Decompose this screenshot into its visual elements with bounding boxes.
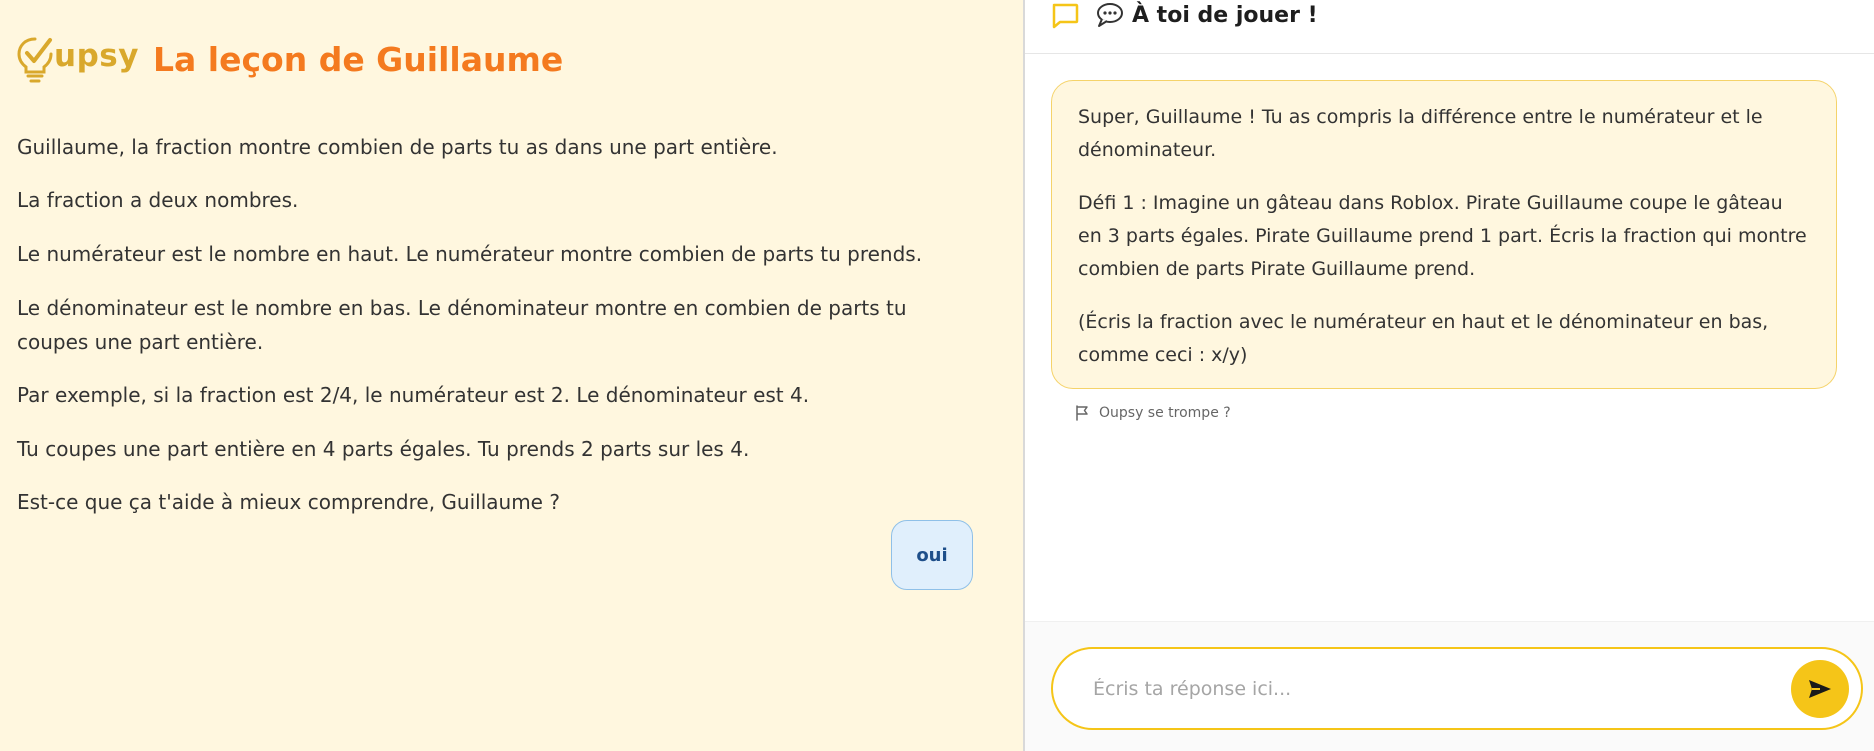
flag-icon: [1076, 405, 1088, 421]
answer-input[interactable]: [1093, 649, 1773, 728]
lesson-paragraph: Tu coupes une part entière en 4 parts ég…: [17, 437, 750, 461]
lesson-panel: upsy La leçon de Guillaume Guillaume, la…: [0, 0, 1023, 751]
chat-title: À toi de jouer !: [1096, 2, 1318, 28]
answer-input-container: [1051, 647, 1863, 730]
chat-title-text: À toi de jouer !: [1132, 2, 1318, 28]
send-icon: [1809, 680, 1831, 698]
assistant-message: Super, Guillaume ! Tu as compris la diff…: [1051, 80, 1837, 389]
chat-footer: [1025, 621, 1874, 751]
lightbulb-check-icon: [17, 37, 53, 83]
lesson-title: La leçon de Guillaume: [153, 40, 564, 79]
report-error-label: Oupsy se trompe ?: [1099, 405, 1231, 421]
message-paragraph: Super, Guillaume ! Tu as compris la diff…: [1078, 106, 1763, 161]
lesson-paragraph: Le dénominateur est le nombre en bas. Le…: [17, 296, 907, 354]
chat-icon: [1052, 3, 1079, 29]
lesson-paragraph: Par exemple, si la fraction est 2/4, le …: [17, 383, 810, 407]
speech-bubble-icon: [1097, 3, 1123, 27]
message-paragraph: Défi 1 : Imagine un gâteau dans Roblox. …: [1078, 192, 1807, 280]
lesson-paragraph: Est-ce que ça t'aide à mieux comprendre,…: [17, 490, 560, 514]
lesson-paragraph: Le numérateur est le nombre en haut. Le …: [17, 242, 923, 266]
logo-text: upsy: [54, 38, 139, 74]
send-button[interactable]: [1791, 660, 1849, 718]
report-error-link[interactable]: Oupsy se trompe ?: [1075, 405, 1231, 421]
lesson-paragraph: La fraction a deux nombres.: [17, 188, 299, 212]
oupsy-logo: upsy: [16, 36, 139, 84]
answer-oui-button[interactable]: oui: [891, 520, 973, 590]
chat-header: À toi de jouer !: [1025, 0, 1874, 54]
chat-panel: À toi de jouer ! Super, Guillaume ! Tu a…: [1025, 0, 1874, 751]
message-paragraph: (Écris la fraction avec le numérateur en…: [1078, 311, 1769, 366]
lesson-paragraph: Guillaume, la fraction montre combien de…: [17, 135, 778, 159]
